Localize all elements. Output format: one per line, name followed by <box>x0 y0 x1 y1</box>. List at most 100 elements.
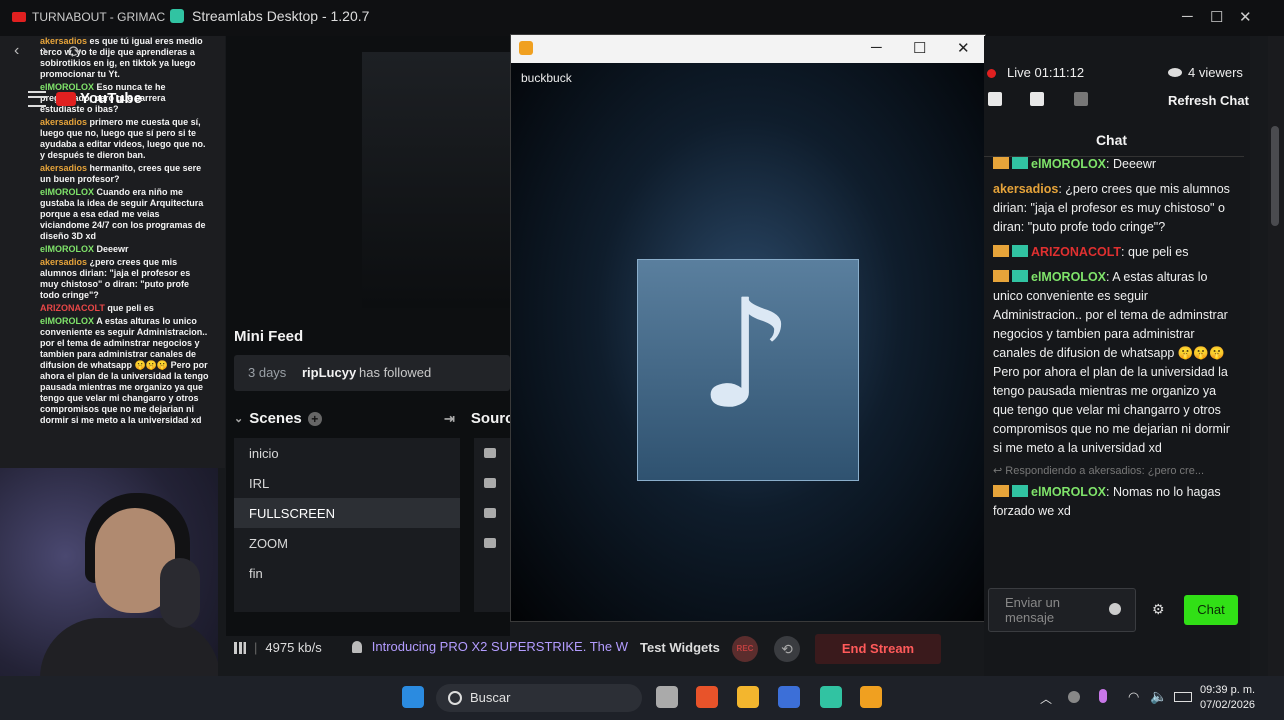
dashboard-icon[interactable] <box>1030 92 1044 106</box>
divider: | <box>254 640 258 655</box>
youtube-logo-text: YouTube <box>80 90 142 107</box>
chat-send-button[interactable]: Chat <box>1184 595 1238 625</box>
chat-username[interactable]: akersadios <box>993 182 1058 196</box>
app-title: Streamlabs Desktop - 1.20.7 <box>170 8 369 24</box>
chat-username[interactable]: elMOROLOX <box>1031 270 1106 284</box>
promo-banner[interactable]: Introducing PRO X2 SUPERSTRIKE. The W <box>352 639 628 654</box>
streamlabs-icon <box>170 9 184 23</box>
source-display-icon <box>484 538 496 548</box>
scene-label: IRL <box>249 476 270 491</box>
collapse-icon[interactable]: ⇥ <box>444 411 455 427</box>
minifeed-item: 3 days ripLucyy has followed <box>234 355 510 391</box>
scene-item[interactable]: inicio <box>234 438 460 468</box>
scene-item[interactable]: FULLSCREEN <box>234 498 460 528</box>
chat-input[interactable]: Enviar un mensaje <box>988 588 1136 632</box>
media-filename: buckbuck <box>521 71 572 85</box>
add-scene-icon[interactable]: + <box>307 411 322 426</box>
cloud-icon[interactable] <box>1068 691 1080 703</box>
mic-icon[interactable] <box>1099 689 1107 703</box>
streamlabs-taskbar-icon[interactable] <box>820 686 842 708</box>
media-maximize-button[interactable]: ☐ <box>913 39 926 57</box>
media-minimize-button[interactable]: ─ <box>871 39 882 56</box>
overlay-chat-line: elMOROLOX A estas alturas lo unico conve… <box>40 316 210 426</box>
scene-item[interactable]: IRL <box>234 468 460 498</box>
chat-message: ARIZONACOLT: que peli es <box>993 243 1231 262</box>
end-stream-button[interactable]: End Stream <box>815 634 941 664</box>
sub-badge-icon <box>1012 245 1028 257</box>
battery-icon[interactable] <box>1174 692 1192 702</box>
reload-button[interactable]: ⟳ <box>68 42 81 62</box>
menu-icon[interactable] <box>28 90 46 107</box>
record-button[interactable]: REC <box>732 636 758 662</box>
media-player-titlebar: ─ ☐ ✕ <box>511 35 985 63</box>
store-icon[interactable] <box>778 686 800 708</box>
replay-buffer-button[interactable]: ⟲ <box>774 636 800 662</box>
overlay-chat-text: A estas alturas lo unico conveniente es … <box>40 316 209 425</box>
bitrate-value: 4975 kb/s <box>265 640 322 655</box>
overlay-chat-line: elMOROLOX Deeewr <box>40 244 210 255</box>
overlay-chat-user: akersadios <box>40 163 88 173</box>
youtube-play-icon <box>56 91 76 106</box>
chat-username[interactable]: elMOROLOX <box>1031 157 1106 171</box>
forward-button[interactable]: › <box>42 42 47 60</box>
gear-icon[interactable]: ⚙ <box>1152 601 1165 618</box>
volume-icon[interactable]: 🔈 <box>1150 688 1167 705</box>
close-button[interactable]: ✕ <box>1239 8 1252 26</box>
minimize-button[interactable]: ─ <box>1182 8 1193 25</box>
back-button[interactable]: ‹ <box>14 42 19 60</box>
chat-username[interactable]: ARIZONACOLT <box>1031 245 1121 259</box>
file-explorer-icon[interactable] <box>737 686 759 708</box>
youtube-logo[interactable]: YouTube <box>56 90 142 107</box>
clock-date: 07/02/2026 <box>1200 699 1256 711</box>
sources-list <box>474 438 514 612</box>
source-user-icon <box>484 478 496 488</box>
minifeed-days: 3 days <box>248 365 287 380</box>
chevron-down-icon[interactable]: ⌄ <box>234 412 243 425</box>
refresh-chat-button[interactable]: Refresh Chat <box>1168 93 1249 108</box>
scene-item[interactable]: ZOOM <box>234 528 460 558</box>
sub-badge-icon <box>1012 157 1028 169</box>
sources-header: ⇥ Sourc <box>444 410 513 427</box>
chat-message: elMOROLOX: A estas alturas lo unico conv… <box>993 268 1231 458</box>
scene-label: inicio <box>249 446 279 461</box>
edit-icon[interactable] <box>988 92 1002 106</box>
emoji-icon[interactable] <box>1109 603 1121 615</box>
overlay-chat-user: elMOROLOX <box>40 187 95 197</box>
taskbar-search[interactable]: Buscar <box>436 684 642 712</box>
scene-item[interactable]: fin <box>234 558 460 588</box>
bitrate-indicator: | 4975 kb/s <box>234 640 322 655</box>
youtube-icon <box>12 12 26 22</box>
crown-badge-icon <box>993 157 1009 169</box>
promo-text: Introducing PRO X2 SUPERSTRIKE. The W <box>371 639 628 654</box>
taskbar-clock[interactable]: 09:39 p. m. 07/02/2026 <box>1200 683 1255 713</box>
test-widgets-button[interactable]: Test Widgets <box>640 640 720 655</box>
eye-icon <box>1168 68 1182 77</box>
crown-badge-icon <box>993 485 1009 497</box>
overlay-chat-text: Deeewr <box>96 244 129 254</box>
media-close-button[interactable]: ✕ <box>957 39 970 57</box>
overlay-chat-line: elMOROLOX Cuando era niño me gustaba la … <box>40 187 210 242</box>
maximize-button[interactable]: ☐ <box>1210 8 1223 26</box>
brave-browser-icon[interactable] <box>696 686 718 708</box>
scrollbar[interactable] <box>1268 36 1284 676</box>
stats-icon[interactable] <box>234 641 246 654</box>
live-timer: Live 01:11:12 <box>1007 65 1085 80</box>
scene-label: fin <box>249 566 263 581</box>
chevron-up-icon[interactable]: ︿ <box>1040 690 1052 707</box>
task-view-icon[interactable] <box>656 686 678 708</box>
scrollbar-thumb[interactable] <box>1271 126 1279 226</box>
chat-username[interactable]: elMOROLOX <box>1031 485 1106 499</box>
chat-message: elMOROLOX: Nomas no lo hagas forzado we … <box>993 483 1231 521</box>
source-image-icon <box>484 448 496 458</box>
wifi-icon[interactable]: ◠ <box>1128 689 1139 705</box>
overlay-chat-user: elMOROLOX <box>40 244 95 254</box>
stream-preview[interactable] <box>362 52 512 308</box>
minifeed-action: has followed <box>359 365 432 380</box>
share-icon[interactable] <box>1074 92 1088 106</box>
sub-badge-icon <box>1012 270 1028 282</box>
chat-title: Chat <box>1095 132 1128 148</box>
windows-start-icon[interactable] <box>402 686 424 708</box>
media-player-window[interactable]: ─ ☐ ✕ ♪ buckbuck <box>510 34 986 622</box>
youtube-tab[interactable]: TURNABOUT - GRIMAC <box>12 10 165 24</box>
media-player-taskbar-icon[interactable] <box>860 686 882 708</box>
